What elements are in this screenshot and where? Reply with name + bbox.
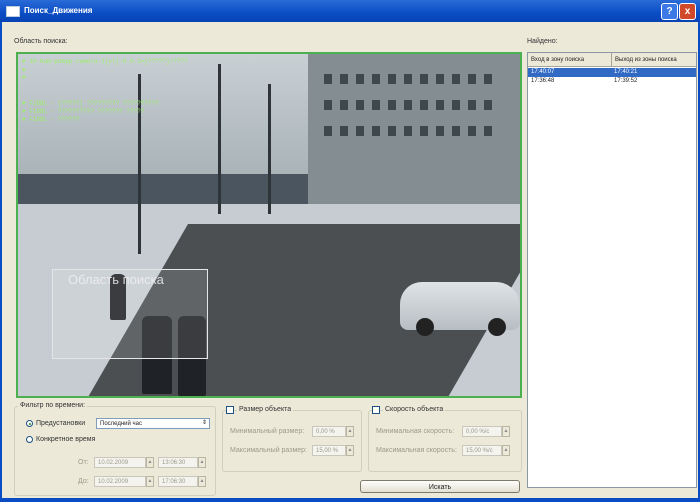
- result-row[interactable]: 17:40:07 17:40:21: [528, 68, 696, 77]
- building: [308, 54, 520, 214]
- max-speed-label: Максимальная скорость:: [376, 447, 457, 454]
- window-title: Поиск_Движения: [24, 6, 93, 15]
- min-speed-spinner[interactable]: ▲: [502, 426, 510, 437]
- search-button[interactable]: Искать: [360, 480, 520, 493]
- min-speed-field[interactable]: 0,00 %/c: [462, 426, 502, 437]
- result-enter-time: 17:40:07: [531, 69, 555, 75]
- tree: [218, 64, 221, 214]
- object-size-legend: Размер объекта: [237, 406, 294, 413]
- to-date-field[interactable]: 10.02.2009: [94, 476, 146, 487]
- tree: [268, 84, 271, 214]
- result-exit-time: 17:39:52: [614, 78, 638, 84]
- min-size-field[interactable]: 0,00 %: [312, 426, 346, 437]
- to-date-spinner[interactable]: ▲: [146, 476, 154, 487]
- column-header-exit[interactable]: Выход из зоны поиска: [612, 53, 696, 67]
- to-time-spinner[interactable]: ▲: [198, 476, 206, 487]
- dropdown-icon[interactable]: ⇕: [200, 418, 209, 429]
- from-time-field[interactable]: 13:06:30: [158, 457, 198, 468]
- to-label: До:: [78, 478, 89, 485]
- from-time-spinner[interactable]: ▲: [198, 457, 206, 468]
- from-label: От:: [78, 459, 89, 466]
- exact-time-label: Конкретное время: [36, 436, 96, 443]
- predefined-select-value: Последний час: [100, 421, 143, 427]
- max-size-label: Максимальный размер:: [230, 447, 308, 454]
- close-button[interactable]: x: [679, 3, 696, 20]
- parked-car: [400, 282, 520, 336]
- result-exit-time: 17:40:21: [614, 69, 638, 75]
- min-size-spinner[interactable]: ▲: [346, 426, 354, 437]
- from-date-spinner[interactable]: ▲: [146, 457, 154, 468]
- min-size-label: Минимальный размер:: [230, 428, 305, 435]
- time-filter-legend: Фильтр по времени:: [18, 402, 88, 409]
- result-enter-time: 17:36:48: [531, 78, 555, 84]
- search-area-label: Область поиска:: [14, 38, 68, 45]
- app-icon: [6, 6, 20, 17]
- predefined-label: Предустановки: [36, 420, 86, 427]
- found-label: Найдено:: [527, 38, 558, 45]
- max-speed-spinner[interactable]: ▲: [502, 445, 510, 456]
- object-speed-legend: Скорость объекта: [383, 406, 446, 413]
- max-size-field[interactable]: 15,00 %: [312, 445, 346, 456]
- search-region-label: Область поиска: [68, 272, 164, 287]
- osd-line: ▼ F1DBL - ?????????? ??????? ?????: [22, 108, 145, 115]
- object-size-group: [222, 410, 362, 472]
- max-speed-field[interactable]: 15,00 %/c: [462, 445, 502, 456]
- title-bar: Поиск_Движения ? x: [0, 0, 700, 22]
- predefined-select[interactable]: Последний час: [96, 418, 210, 429]
- predefined-radio[interactable]: [26, 420, 33, 427]
- help-button[interactable]: ?: [661, 3, 678, 20]
- from-date-field[interactable]: 10.02.2009: [94, 457, 146, 468]
- osd-line: ▼: [22, 74, 26, 81]
- results-list[interactable]: Вход в зону поиска Выход из зоны поиска …: [527, 52, 697, 488]
- object-speed-checkbox[interactable]: [372, 406, 380, 414]
- max-size-spinner[interactable]: ▲: [346, 445, 354, 456]
- to-time-field[interactable]: 17:06:30: [158, 476, 198, 487]
- osd-line: ▲: [22, 66, 26, 73]
- object-speed-group: [368, 410, 522, 472]
- exact-time-radio[interactable]: [26, 436, 33, 443]
- column-header-enter[interactable]: Вход в зону поиска: [528, 53, 612, 67]
- min-speed-label: Минимальная скорость:: [376, 428, 455, 435]
- osd-line: ▼ F1DBL - ??????: [22, 116, 80, 123]
- osd-line: ▼ 10-Kam-pdmpp-camera-1[vl]-0.0.1=[?????…: [22, 58, 188, 65]
- osd-line: ▼ F1DBL - [?????] ????????? ??????????: [22, 100, 159, 107]
- object-size-checkbox[interactable]: [226, 406, 234, 414]
- video-frame[interactable]: ▼ 10-Kam-pdmpp-camera-1[vl]-0.0.1=[?????…: [16, 52, 522, 398]
- result-row[interactable]: 17:36:48 17:39:52: [528, 77, 696, 86]
